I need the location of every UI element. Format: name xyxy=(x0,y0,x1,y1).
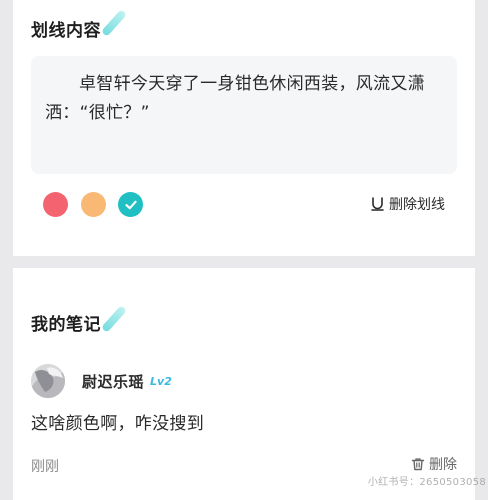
avatar[interactable] xyxy=(31,364,65,398)
note-content: 这啥颜色啊，咋没搜到 xyxy=(31,414,204,434)
title-decoration xyxy=(100,9,128,37)
avatar-image xyxy=(31,364,65,398)
highlight-quote-box: 卓智轩今天穿了一身钳色休闲西装，风流又潇洒：“很忙？” xyxy=(31,56,457,174)
delete-note-button[interactable]: 删除 xyxy=(411,454,457,474)
delete-highlight-button[interactable]: 删除划线 xyxy=(371,194,445,214)
note-author-name[interactable]: 尉迟乐瑶 xyxy=(82,371,144,392)
highlight-section-title: 划线内容 xyxy=(31,21,101,41)
note-timestamp: 刚刚 xyxy=(31,459,59,475)
color-option-orange[interactable] xyxy=(81,192,106,217)
note-card: 我的笔记 尉迟乐瑶 Lv2 这啥颜色啊，咋没搜到 刚刚 删除 xyxy=(13,268,475,500)
delete-note-label: 删除 xyxy=(429,457,457,473)
note-author-row: 尉迟乐瑶 Lv2 xyxy=(31,364,172,398)
checkmark-icon xyxy=(124,200,137,209)
note-section-title: 我的笔记 xyxy=(31,315,101,335)
delete-highlight-label: 删除划线 xyxy=(389,197,445,213)
color-option-teal[interactable] xyxy=(118,192,143,217)
title-decoration xyxy=(100,305,128,333)
highlight-quote-text: 卓智轩今天穿了一身钳色休闲西装，风流又潇洒：“很忙？” xyxy=(45,74,425,123)
color-option-red[interactable] xyxy=(43,192,68,217)
highlight-card: 划线内容 卓智轩今天穿了一身钳色休闲西装，风流又潇洒：“很忙？” 删除划线 xyxy=(13,0,475,256)
level-badge: Lv2 xyxy=(150,374,172,388)
underline-icon xyxy=(371,197,384,211)
watermark: 小红书号：2650503058 xyxy=(367,477,486,488)
trash-icon xyxy=(411,458,425,471)
